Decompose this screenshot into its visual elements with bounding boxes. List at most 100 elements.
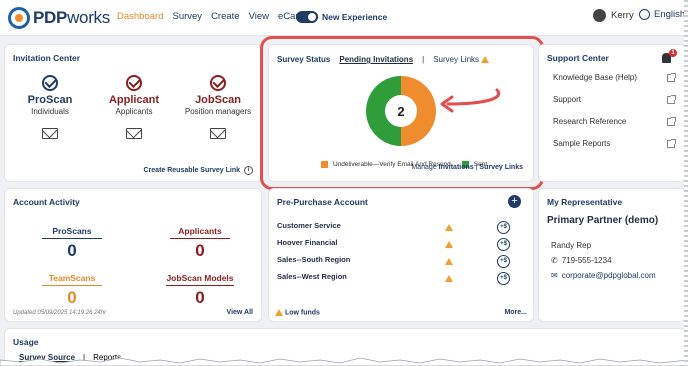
logo-mark-icon xyxy=(8,7,30,29)
invite-proscan-sub: Individuals xyxy=(31,107,69,116)
invite-proscan[interactable]: ProScan Individuals xyxy=(5,75,95,139)
nav-view[interactable]: View xyxy=(249,11,269,22)
user-menu[interactable]: Kerry xyxy=(593,9,634,22)
notification-badge: 1 xyxy=(669,49,677,57)
reuse-link-label: Create Reusable Survey Link xyxy=(143,167,241,174)
rep-email[interactable]: ✉ corporate@pdpglobal.com xyxy=(551,271,656,280)
invitation-center-title: Invitation Center xyxy=(13,53,81,63)
support-item-support[interactable]: Support xyxy=(553,95,581,104)
envelope-icon[interactable] xyxy=(210,128,226,139)
invite-jobscan-name: JobScan xyxy=(195,94,241,106)
language-label: English xyxy=(654,9,686,20)
external-link-icon[interactable] xyxy=(667,95,676,104)
warning-icon xyxy=(445,224,453,231)
external-link-icon[interactable] xyxy=(667,117,676,126)
activity-applicants-label: Applicants xyxy=(170,226,230,239)
pre-purchase-card: Pre-Purchase Account + Customer Service … xyxy=(268,188,534,322)
usage-title: Usage xyxy=(13,337,39,347)
nav-survey[interactable]: Survey xyxy=(172,11,202,22)
activity-jobscan-models[interactable]: JobScan Models 0 xyxy=(145,268,255,308)
phone-icon: ✆ xyxy=(551,256,558,265)
app-frame: PDPworks Dashboard Survey Create View eC… xyxy=(0,0,688,366)
torn-edge-bottom xyxy=(0,357,688,366)
warning-icon xyxy=(445,275,453,282)
add-funds-button[interactable]: +$ xyxy=(497,238,510,251)
activity-teamscans[interactable]: TeamScans 0 xyxy=(17,268,127,308)
external-link-icon[interactable] xyxy=(667,73,676,82)
envelope-icon[interactable] xyxy=(42,128,58,139)
row-name: Hoover Financial xyxy=(277,238,338,247)
language-selector[interactable]: English xyxy=(639,9,685,20)
support-center-card: Support Center 1 Knowledge Base (Help) S… xyxy=(538,44,686,182)
envelope-icon[interactable] xyxy=(126,128,142,139)
mail-icon: ✉ xyxy=(551,271,558,280)
user-name: Kerry xyxy=(611,10,634,21)
invite-proscan-name: ProScan xyxy=(27,94,73,106)
external-link-icon[interactable] xyxy=(667,139,676,148)
support-item-sample-reports[interactable]: Sample Reports xyxy=(553,139,610,148)
warning-icon xyxy=(445,258,453,265)
activity-applicants[interactable]: Applicants 0 xyxy=(145,221,255,261)
representative-title: My Representative xyxy=(547,197,623,207)
representative-card: My Representative Primary Partner (demo)… xyxy=(538,188,686,322)
add-funds-button[interactable]: +$ xyxy=(497,221,510,234)
rep-name: Randy Rep xyxy=(551,241,592,250)
view-all-link[interactable]: View All xyxy=(227,309,253,316)
rep-partner: Primary Partner (demo) xyxy=(547,215,659,226)
user-avatar-icon xyxy=(593,9,606,22)
low-funds-note: Low funds xyxy=(273,308,320,316)
info-icon[interactable]: i xyxy=(244,166,253,175)
nav-dashboard[interactable]: Dashboard xyxy=(117,11,163,22)
add-funds-button[interactable]: +$ xyxy=(497,255,510,268)
globe-icon xyxy=(639,9,650,20)
activity-applicants-value: 0 xyxy=(195,241,205,260)
highlight-frame xyxy=(260,36,544,190)
low-funds-label: Low funds xyxy=(284,309,320,316)
check-circle-icon xyxy=(210,75,226,91)
account-activity-title: Account Activity xyxy=(13,197,80,207)
pre-purchase-row[interactable]: Sales--South Region +$ xyxy=(277,255,513,271)
activity-proscans[interactable]: ProScans 0 xyxy=(17,221,127,261)
activity-proscans-value: 0 xyxy=(67,241,77,260)
torn-edge-right xyxy=(684,0,688,366)
new-experience-label: New Experience xyxy=(322,12,388,22)
updated-timestamp: Updated 05/09/2025 14:19:26 24hr xyxy=(13,310,107,316)
invitation-center-card: Invitation Center ProScan Individuals Ap… xyxy=(4,44,262,182)
more-link[interactable]: More... xyxy=(504,309,527,316)
activity-jobscan-models-value: 0 xyxy=(195,288,205,307)
row-name: Sales--South Region xyxy=(277,255,351,264)
invite-applicant[interactable]: Applicant Applicants xyxy=(89,75,179,139)
warning-icon xyxy=(275,308,283,316)
support-center-title: Support Center xyxy=(547,53,609,63)
check-circle-icon xyxy=(42,75,58,91)
create-reusable-link[interactable]: Create Reusable Survey Link i xyxy=(143,166,253,175)
activity-teamscans-value: 0 xyxy=(67,288,77,307)
account-activity-card: Account Activity ProScans 0 Applicants 0… xyxy=(4,188,262,322)
top-bar: PDPworks Dashboard Survey Create View eC… xyxy=(0,0,688,36)
main-nav: Dashboard Survey Create View eCampus xyxy=(117,11,319,22)
invite-applicant-name: Applicant xyxy=(108,94,160,106)
pre-purchase-row[interactable]: Customer Service +$ xyxy=(277,221,513,237)
pre-purchase-row[interactable]: Hoover Financial +$ xyxy=(277,238,513,254)
activity-teamscans-label: TeamScans xyxy=(42,273,102,286)
row-name: Sales--West Region xyxy=(277,272,347,281)
new-experience-toggle[interactable] xyxy=(296,11,318,23)
invite-applicant-sub: Applicants xyxy=(115,107,153,116)
invite-jobscan-sub: Position managers xyxy=(184,107,252,116)
activity-proscans-label: ProScans xyxy=(42,226,102,239)
activity-jobscan-models-label: JobScan Models xyxy=(166,273,234,286)
add-account-button[interactable]: + xyxy=(508,195,521,208)
pre-purchase-row[interactable]: Sales--West Region +$ xyxy=(277,272,513,288)
invite-jobscan[interactable]: JobScan Position managers xyxy=(173,75,263,139)
pre-purchase-title: Pre-Purchase Account xyxy=(277,197,368,207)
support-item-research[interactable]: Research Reference xyxy=(553,117,626,126)
rep-phone[interactable]: ✆ 719-555-1234 xyxy=(551,256,612,265)
logo-text: PDPworks xyxy=(33,8,110,27)
add-funds-button[interactable]: +$ xyxy=(497,272,510,285)
warning-icon xyxy=(445,241,453,248)
support-item-knowledge-base[interactable]: Knowledge Base (Help) xyxy=(553,73,637,82)
nav-create[interactable]: Create xyxy=(211,11,240,22)
pdpworks-logo[interactable]: PDPworks xyxy=(8,7,110,29)
check-circle-icon xyxy=(126,75,142,91)
row-name: Customer Service xyxy=(277,221,341,230)
